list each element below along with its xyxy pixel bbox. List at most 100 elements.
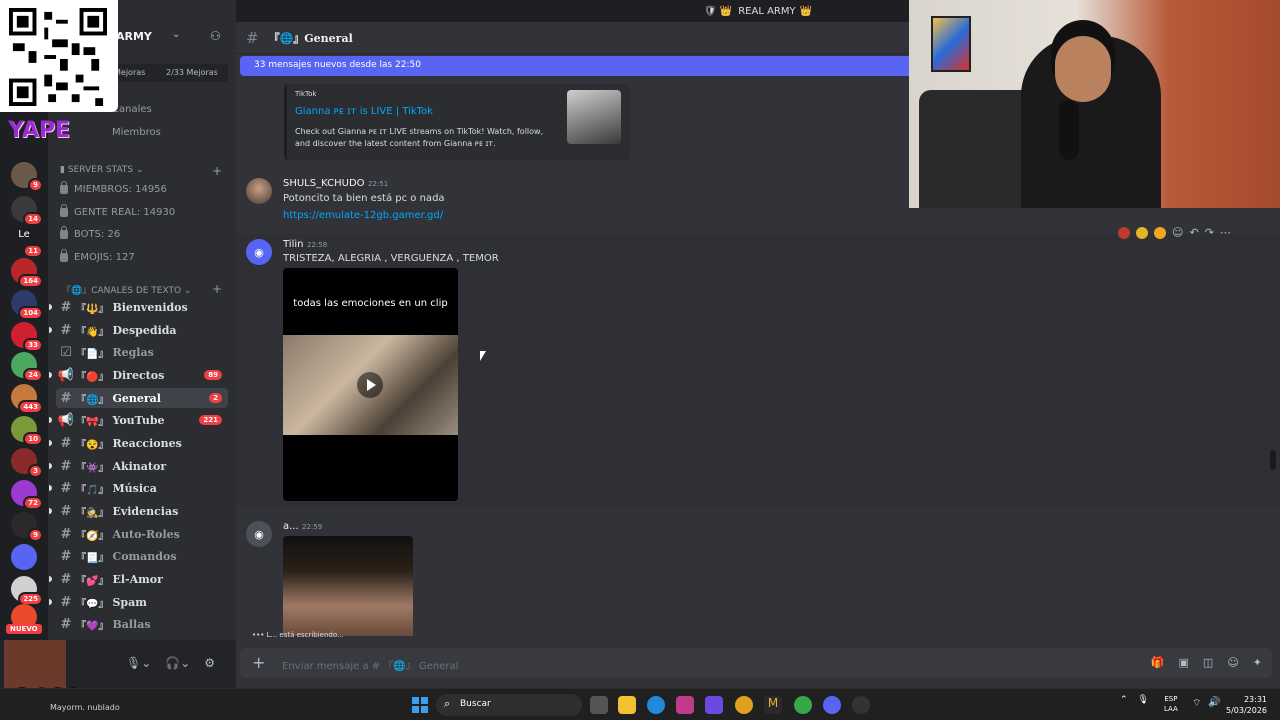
channel-bienvenidos[interactable]: # 『🔱』 Bienvenidos	[49, 297, 228, 317]
hash-icon: #	[60, 526, 72, 542]
server-icon[interactable]: 33	[11, 322, 43, 352]
obs-icon[interactable]	[852, 696, 870, 714]
chrome-profile-icon[interactable]	[794, 696, 812, 714]
message-author[interactable]: Tilin	[283, 239, 303, 250]
channel-general[interactable]: # 『🌐』 General 2	[56, 388, 228, 408]
server-name[interactable]: ARMY	[116, 30, 152, 43]
add-channel-icon[interactable]: +	[212, 282, 222, 296]
headphones-icon[interactable]: 🎧⌄	[165, 656, 190, 670]
stat-channel[interactable]: MIEMBROS: 14956	[60, 181, 167, 195]
gift-icon[interactable]: 🎁	[1151, 656, 1165, 669]
channel-reglas[interactable]: ☑ 『📄』 Reglas	[56, 342, 228, 362]
task-view-icon[interactable]	[590, 696, 608, 714]
server-icon[interactable]: 3	[11, 448, 43, 478]
windows-taskbar: Mayorm. nublado ⌕ Buscar M ⌃ 🎙 ESP LAA ⌔…	[0, 688, 1280, 720]
taskbar-search[interactable]: ⌕ Buscar	[436, 694, 582, 716]
message-composer[interactable]: + Enviar mensaje a # 『🌐』 General 🎁 ▣ ◫ ☺…	[240, 648, 1272, 678]
image-attachment[interactable]	[283, 536, 413, 636]
microphone-icon[interactable]: 🎙⌄	[126, 656, 151, 670]
server-icon[interactable]: 10	[11, 416, 43, 446]
play-icon[interactable]	[357, 372, 383, 398]
chrome-icon[interactable]	[735, 696, 753, 714]
channel-label: Spam	[112, 595, 147, 609]
video-attachment[interactable]: todas las emociones en un clip	[283, 268, 458, 501]
server-icon[interactable]: Le 11	[11, 228, 43, 258]
sticker-icon[interactable]: ◫	[1203, 656, 1213, 669]
weather-widget[interactable]: Mayorm. nublado	[50, 703, 120, 712]
channel-title-text: General	[304, 31, 353, 45]
add-channel-icon[interactable]: +	[212, 164, 222, 178]
user-avatar[interactable]: ◉	[246, 239, 272, 265]
volume-icon[interactable]: 🔊	[1208, 697, 1220, 708]
add-member-icon[interactable]: ⚇	[210, 29, 221, 43]
copilot-icon[interactable]	[705, 696, 723, 714]
emoji-icon[interactable]: ☺	[1227, 656, 1238, 669]
server-icon[interactable]	[11, 544, 37, 570]
reaction-emoji-icon[interactable]	[1136, 226, 1148, 239]
server-icon[interactable]: 164	[11, 258, 43, 288]
category-server-stats[interactable]: ▮ SERVER STATS ⌄	[60, 165, 144, 175]
store-icon[interactable]	[676, 696, 694, 714]
microphone-tray-icon[interactable]: 🎙	[1138, 695, 1149, 705]
more-options-icon[interactable]: ⋯	[1220, 226, 1231, 239]
reaction-emoji-icon[interactable]	[1118, 226, 1130, 239]
stat-channel[interactable]: GENTE REAL: 14930	[60, 204, 175, 218]
discord-icon[interactable]	[823, 696, 841, 714]
gif-icon[interactable]: ▣	[1179, 656, 1189, 669]
channel-evidencias[interactable]: # 『🕵』 Evidencias	[49, 501, 228, 521]
embed-title-link[interactable]: Gianna ᴘᴇ ɪᴛ is LIVE | TikTok	[295, 106, 433, 117]
channel-directos[interactable]: 📢 『🔴』 Directos 89	[49, 365, 228, 385]
reply-icon[interactable]: ↶	[1189, 226, 1198, 239]
windows-start-icon[interactable]	[412, 697, 428, 713]
chevron-down-icon[interactable]: ⌄	[172, 29, 180, 40]
user-avatar[interactable]	[246, 178, 272, 204]
channel-spam[interactable]: # 『💬』 Spam	[49, 592, 228, 612]
attach-plus-icon[interactable]: +	[252, 653, 265, 672]
channel-akinator[interactable]: # 『👾』 Akinator	[49, 456, 228, 476]
channel-emoji: 『🌐』	[76, 394, 109, 406]
network-icon[interactable]: ⌔	[1192, 697, 1201, 710]
add-reaction-icon[interactable]: ☺	[1172, 226, 1183, 239]
streamer-overlay-image	[4, 640, 66, 688]
channel-musica[interactable]: # 『🎵』 Música	[49, 478, 228, 498]
server-icon[interactable]: 24	[11, 352, 43, 382]
channel-despedida[interactable]: # 『👋』 Despedida	[49, 320, 228, 340]
game-app-icon[interactable]: M	[764, 696, 782, 714]
stat-channel[interactable]: BOTS: 26	[60, 226, 120, 240]
server-icon[interactable]: 225	[11, 576, 43, 606]
tray-overflow-icon[interactable]: ⌃	[1120, 695, 1128, 705]
scrollbar-thumb[interactable]	[1270, 450, 1276, 470]
channel-comandos[interactable]: # 『📃』 Comandos	[56, 546, 228, 566]
message-link[interactable]: https://emulate-12gb.gamer.gd/	[283, 210, 443, 221]
embed-thumbnail[interactable]	[567, 90, 621, 144]
category-text-channels[interactable]: 『🌐』CANALES DE TEXTO ⌄	[62, 283, 191, 296]
discord-app: 9 14 Le 11 164 104 33 24 443 10 3 72 9 22…	[0, 0, 1280, 712]
message-author[interactable]: a...	[283, 521, 299, 532]
server-icon[interactable]: 9	[11, 512, 43, 542]
settings-gear-icon[interactable]: ⚙	[204, 656, 215, 670]
apps-icon[interactable]: ✦	[1253, 656, 1262, 669]
channel-auto-roles[interactable]: # 『🧭』 Auto-Roles	[56, 524, 228, 544]
channel-youtube[interactable]: 📢 『🎀』 YouTube 221	[49, 410, 228, 430]
stat-channel[interactable]: EMOJIS: 127	[60, 249, 135, 263]
server-icon[interactable]: 9	[11, 162, 43, 192]
file-explorer-icon[interactable]	[618, 696, 636, 714]
composer-placeholder[interactable]: Enviar mensaje a # 『🌐』 General	[282, 657, 458, 672]
members-link[interactable]: Miembros	[112, 127, 161, 138]
server-icon[interactable]: 14	[11, 196, 43, 226]
new-messages-bar[interactable]: 33 mensajes nuevos desde las 22:50	[240, 56, 910, 76]
user-avatar[interactable]: ◉	[246, 521, 272, 547]
server-icon[interactable]: 104	[11, 290, 43, 320]
forward-icon[interactable]: ↷	[1205, 226, 1214, 239]
language-indicator[interactable]: ESP LAA	[1164, 694, 1178, 714]
edge-browser-icon[interactable]	[647, 696, 665, 714]
server-icon[interactable]: 72	[11, 480, 43, 510]
reaction-emoji-icon[interactable]	[1154, 226, 1166, 239]
server-icon[interactable]: 443	[11, 384, 43, 414]
clock[interactable]: 23:31 5/03/2026	[1226, 694, 1267, 716]
channel-reacciones[interactable]: # 『😵』 Reacciones	[49, 433, 228, 453]
channel-el-amor[interactable]: # 『💕』 El-Amor	[49, 569, 228, 589]
message-author[interactable]: SHULS_KCHUDO	[283, 178, 365, 189]
channel-ballas[interactable]: # 『💜』 Ballas	[56, 614, 228, 634]
link-embed: TikTok Gianna ᴘᴇ ɪᴛ is LIVE | TikTok Che…	[284, 84, 630, 160]
